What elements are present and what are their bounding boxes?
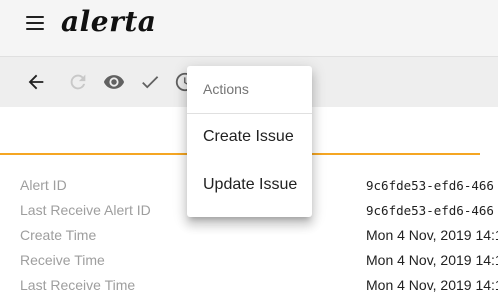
eye-icon[interactable] xyxy=(103,71,125,93)
detail-label: Alert ID xyxy=(20,177,67,193)
detail-row: Last Receive Time Mon 4 Nov, 2019 14:1 xyxy=(0,272,498,297)
detail-label: Last Receive Alert ID xyxy=(20,202,151,218)
detail-value: 9c6fde53-efd6-466 xyxy=(366,178,494,193)
detail-label: Receive Time xyxy=(20,252,105,268)
refresh-icon xyxy=(67,71,89,93)
detail-value: Mon 4 Nov, 2019 14:1 xyxy=(366,227,498,243)
menu-icon[interactable] xyxy=(26,16,46,32)
update-issue-menu-item[interactable]: Update Issue xyxy=(187,162,312,210)
app-logo[interactable]: alerta xyxy=(61,5,156,38)
menu-header: Actions xyxy=(203,81,249,97)
detail-value: 9c6fde53-efd6-466 xyxy=(366,203,494,218)
menu-item-label: Update Issue xyxy=(203,176,298,193)
create-issue-menu-item[interactable]: Create Issue xyxy=(187,114,312,162)
check-icon[interactable] xyxy=(139,71,161,93)
detail-value: Mon 4 Nov, 2019 14:1 xyxy=(366,252,498,268)
detail-value: Mon 4 Nov, 2019 14:1 xyxy=(366,277,498,293)
detail-row: Create Time Mon 4 Nov, 2019 14:1 xyxy=(0,222,498,247)
back-arrow-icon[interactable] xyxy=(25,71,47,93)
detail-label: Last Receive Time xyxy=(20,277,136,293)
menu-item-label: Create Issue xyxy=(203,128,294,145)
detail-label: Create Time xyxy=(20,227,97,243)
actions-menu: Actions Create Issue Update Issue xyxy=(187,66,312,217)
app-bar: alerta xyxy=(0,0,498,56)
detail-row: Receive Time Mon 4 Nov, 2019 14:1 xyxy=(0,247,498,272)
